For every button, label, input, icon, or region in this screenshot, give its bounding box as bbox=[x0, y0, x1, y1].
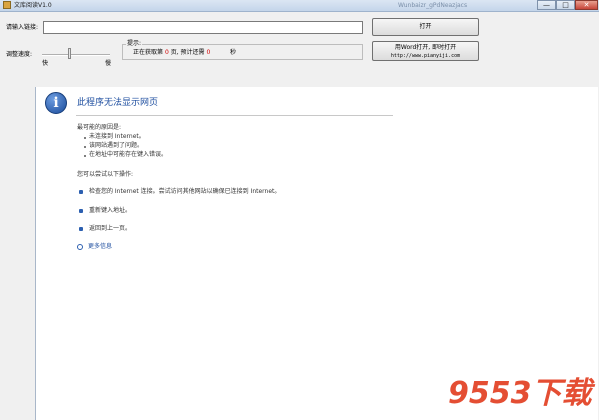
open-button[interactable]: 打开 bbox=[372, 18, 479, 36]
more-info-link[interactable]: 更多信息 bbox=[88, 243, 112, 251]
cause-item: 未连接到 Internet。 bbox=[89, 133, 145, 140]
url-label: 请输入链接: bbox=[6, 24, 39, 31]
speed-slider-track[interactable] bbox=[42, 54, 110, 56]
hint-prefix: 正在获取第 bbox=[133, 49, 164, 56]
maximize-button[interactable]: □ bbox=[556, 0, 575, 10]
hint-status: 正在获取第 0 页, 预计还需 0 bbox=[133, 49, 210, 57]
window-title: 文库阅读V1.0 bbox=[14, 2, 52, 9]
cause-item: 在地址中可能存在键入错误。 bbox=[89, 151, 168, 158]
open-with-word-button[interactable]: 用Word打开, 即时打开 http://www.pianyiji.com bbox=[372, 41, 479, 61]
app-icon bbox=[3, 1, 11, 9]
action-bullet-icon bbox=[79, 190, 83, 194]
error-title: 此程序无法显示网页 bbox=[77, 98, 159, 108]
speed-label: 调整速度: bbox=[6, 51, 33, 58]
speed-fast-label: 快 bbox=[42, 60, 49, 67]
bullet-icon bbox=[84, 146, 86, 148]
info-icon: i bbox=[45, 92, 67, 114]
close-button[interactable]: ✕ bbox=[575, 0, 598, 10]
cause-item: 该网站遇到了问题。 bbox=[89, 142, 144, 149]
try-heading: 您可以尝试以下操作: bbox=[77, 171, 134, 178]
speed-slow-label: 慢 bbox=[105, 60, 112, 67]
action-bullet-icon bbox=[79, 227, 83, 231]
action-bullet-icon bbox=[79, 209, 83, 213]
word-button-label: 用Word打开, 即时打开 bbox=[394, 44, 457, 51]
causes-heading: 最可能的原因是: bbox=[77, 124, 122, 131]
title-bar bbox=[0, 0, 599, 12]
expand-icon[interactable] bbox=[77, 244, 83, 250]
hint-middle: 页, 预计还需 bbox=[170, 49, 205, 56]
bullet-icon bbox=[84, 155, 86, 157]
hint-title: 提示: bbox=[126, 40, 143, 48]
word-button-url: http://www.pianyiji.com bbox=[390, 53, 461, 59]
action-item[interactable]: 重新键入地址。 bbox=[89, 207, 131, 215]
hint-page-count: 0 bbox=[164, 49, 169, 56]
action-item[interactable]: 返回到上一页。 bbox=[89, 225, 131, 233]
minimize-button[interactable]: — bbox=[537, 0, 556, 10]
hint-suffix: 秒 bbox=[230, 49, 237, 56]
hint-seconds: 0 bbox=[206, 49, 211, 56]
speed-slider-thumb[interactable] bbox=[67, 48, 71, 59]
watermark: 9553下载 bbox=[448, 376, 592, 411]
bullet-icon bbox=[84, 137, 86, 139]
action-item: 检查您的 Internet 连接。尝试访问其他网站以确保已连接到 Interne… bbox=[89, 188, 281, 195]
background-window-title: Wunbaizr_gPdNeazjacs bbox=[398, 2, 468, 9]
url-input[interactable] bbox=[43, 21, 363, 34]
divider bbox=[76, 115, 393, 116]
